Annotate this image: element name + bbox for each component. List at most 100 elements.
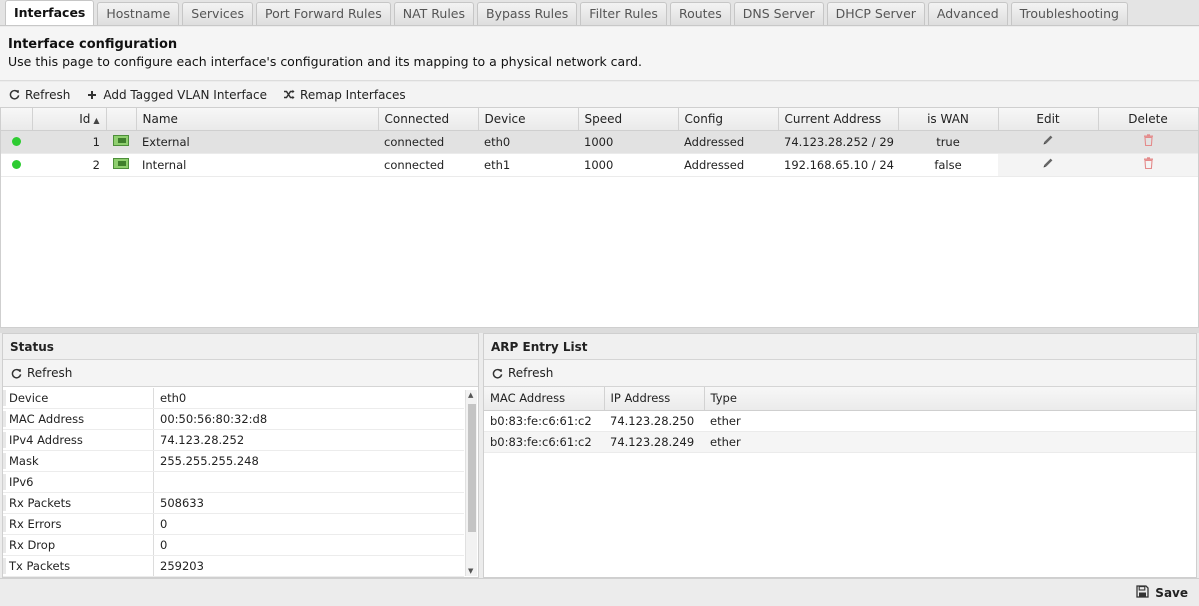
column-header-current-address[interactable]: Current Address [778,108,899,131]
property-key: Rx Errors [3,514,154,534]
save-button[interactable]: Save [1136,585,1188,601]
save-label: Save [1155,586,1188,600]
list-item: IPv6 [3,472,464,493]
column-header-id-label: Id [79,111,91,126]
tab-nat-rules[interactable]: NAT Rules [393,2,474,25]
column-header-connected[interactable]: Connected [378,108,479,131]
interface-address: 192.168.65.10 / 24 [778,153,898,177]
property-key: Mask [3,451,154,471]
interface-speed: 1000 [578,130,678,154]
column-header-edit[interactable]: Edit [998,108,1099,131]
tab-filter-rules[interactable]: Filter Rules [580,2,667,25]
add-tagged-vlan-interface-button[interactable]: Add Tagged VLAN Interface [86,88,267,102]
property-value: 74.123.28.252 [160,433,245,447]
arp-panel: ARP Entry List Refresh MAC Address IP Ad… [483,333,1197,578]
scrollbar-thumb[interactable] [468,404,476,532]
column-header-device[interactable]: Device [478,108,579,131]
column-header-icon[interactable] [106,108,137,131]
delete-trash-icon[interactable] [1143,134,1154,149]
table-row[interactable]: 2 Internal connected eth1 1000 Addressed… [1,153,1198,177]
refresh-button[interactable]: Refresh [8,88,70,102]
column-header-name[interactable]: Name [136,108,379,131]
network-card-cell [106,130,136,154]
tab-port-forward-rules[interactable]: Port Forward Rules [256,2,391,25]
property-value: 255.255.255.248 [160,454,259,468]
column-header-status[interactable] [1,108,33,131]
edit-cell [998,130,1098,154]
list-item: MAC Address 00:50:56:80:32:d8 [3,409,464,430]
arp-ip: 74.123.28.249 [604,431,704,453]
arp-ip: 74.123.28.250 [604,410,704,432]
tab-dns-server[interactable]: DNS Server [733,2,824,25]
list-item: Rx Drop 0 [3,535,464,556]
property-key: Rx Packets [3,493,154,513]
list-item: Rx Errors 0 [3,514,464,535]
table-row[interactable]: 1 External connected eth0 1000 Addressed… [1,130,1198,154]
status-scrollbar[interactable]: ▲ ▼ [465,390,477,576]
property-key: IPv4 Address [3,430,154,450]
tab-bar: Interfaces Hostname Services Port Forwar… [0,0,1199,26]
network-card-cell [106,153,136,177]
arp-mac: b0:83:fe:c6:61:c2 [484,410,604,432]
refresh-icon [10,367,22,379]
interface-name: External [136,130,378,154]
arp-type: ether [704,431,1196,453]
table-row[interactable]: b0:83:fe:c6:61:c2 74.123.28.250 ether [484,410,1196,432]
property-key: Tx Packets [3,556,154,576]
shuffle-icon [283,89,295,101]
arp-refresh-button[interactable]: Refresh [491,366,553,380]
column-header-is-wan[interactable]: is WAN [898,108,999,131]
delete-cell [1098,130,1198,154]
tab-advanced[interactable]: Advanced [927,2,1008,25]
status-toolbar: Refresh [3,360,478,387]
page-title: Interface configuration [8,37,178,52]
column-header-type[interactable]: Type [704,387,1197,411]
page-description: Use this page to configure each interfac… [8,54,643,69]
scroll-down-icon[interactable]: ▼ [468,567,473,575]
property-value: eth0 [160,391,187,405]
column-header-delete[interactable]: Delete [1098,108,1199,131]
footer-bar: Save [0,578,1199,606]
column-header-ip-address[interactable]: IP Address [604,387,705,411]
list-item: Tx Packets 259203 [3,556,464,577]
column-header-speed[interactable]: Speed [578,108,679,131]
status-panel: Status Refresh Device eth0 MAC Address 00:… [2,333,479,578]
property-key: IPv6 [3,472,154,492]
tab-troubleshooting[interactable]: Troubleshooting [1010,2,1128,25]
interface-is-wan: true [898,130,998,154]
interface-id: 1 [32,130,106,154]
property-key: MAC Address [3,409,154,429]
list-item: Mask 255.255.255.248 [3,451,464,472]
column-header-id[interactable]: Id ▲ [32,108,107,131]
delete-trash-icon[interactable] [1143,157,1154,172]
property-value: 00:50:56:80:32:d8 [160,412,268,426]
arp-refresh-label: Refresh [508,366,554,380]
status-refresh-button[interactable]: Refresh [10,366,72,380]
tab-hostname[interactable]: Hostname [97,2,180,25]
tab-dhcp-server[interactable]: DHCP Server [826,2,925,25]
tab-interfaces[interactable]: Interfaces [5,0,95,25]
remap-interfaces-button[interactable]: Remap Interfaces [283,88,406,102]
page-header: Interface configuration Use this page to… [0,27,1199,81]
tab-routes[interactable]: Routes [669,2,731,25]
property-value: 508633 [160,496,204,510]
property-value [154,472,160,492]
column-header-mac-address[interactable]: MAC Address [484,387,605,411]
property-key: Rx Drop [3,535,154,555]
status-refresh-label: Refresh [27,366,73,380]
tab-bypass-rules[interactable]: Bypass Rules [477,2,578,25]
arp-type: ether [704,410,1196,432]
arp-table: MAC Address IP Address Type b0:83:fe:c6:… [484,387,1197,453]
plus-icon [86,89,98,101]
table-row[interactable]: b0:83:fe:c6:61:c2 74.123.28.249 ether [484,431,1196,453]
edit-pencil-icon[interactable] [1042,158,1054,172]
edit-cell [998,153,1098,177]
tab-services[interactable]: Services [182,2,254,25]
scroll-up-icon[interactable]: ▲ [468,391,473,399]
list-item: Rx Packets 508633 [3,493,464,514]
edit-pencil-icon[interactable] [1042,135,1054,149]
remap-label: Remap Interfaces [300,87,406,102]
column-header-config[interactable]: Config [678,108,779,131]
delete-cell [1098,153,1198,177]
refresh-icon [491,367,503,379]
